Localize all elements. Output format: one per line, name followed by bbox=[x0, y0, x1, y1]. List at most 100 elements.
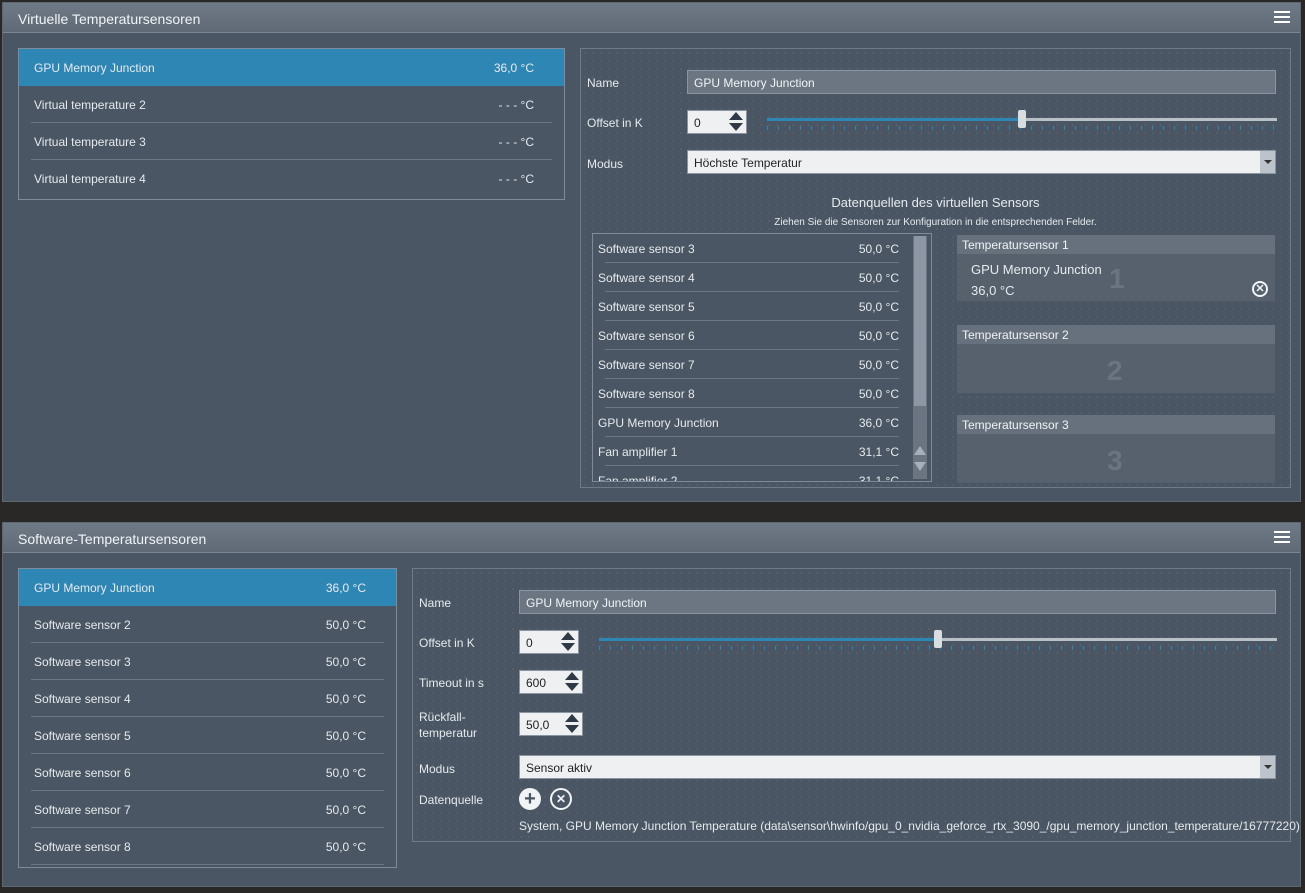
list-item-label: Virtual temperature 2 bbox=[34, 98, 146, 112]
software-sensors-panel: Software-Temperatursensoren GPU Memory J… bbox=[2, 522, 1301, 887]
virtual-sensor-list: GPU Memory Junction 36,0 °C Virtual temp… bbox=[18, 48, 565, 200]
list-item-label: Software sensor 6 bbox=[34, 766, 131, 780]
list-item[interactable]: GPU Memory Junction 36,0 °C bbox=[19, 49, 564, 86]
list-item-label: GPU Memory Junction bbox=[34, 581, 155, 595]
list-item-label: Software sensor 4 bbox=[34, 692, 131, 706]
list-item[interactable]: GPU Memory Junction 36,0 °C bbox=[19, 569, 396, 606]
list-item[interactable]: Software sensor 4 50,0 °C bbox=[593, 263, 911, 292]
list-item[interactable]: Software sensor 5 50,0 °C bbox=[593, 292, 911, 321]
fallback-value: 50,0 bbox=[526, 718, 550, 732]
list-item-value: 50,0 °C bbox=[858, 387, 899, 401]
list-item[interactable]: Virtual temperature 4 - - - °C bbox=[19, 160, 564, 197]
name-input[interactable]: GPU Memory Junction bbox=[519, 590, 1276, 614]
hamburger-menu-icon[interactable] bbox=[1274, 531, 1290, 545]
remove-source-icon[interactable]: ✕ bbox=[550, 788, 572, 810]
panel-title: Virtuelle Temperatursensoren bbox=[18, 11, 201, 27]
list-item-label: Software sensor 3 bbox=[598, 242, 695, 256]
fallback-temperature-stepper[interactable]: 50,0 bbox=[519, 712, 583, 736]
list-item-label: Software sensor 7 bbox=[34, 803, 131, 817]
list-item[interactable]: Software sensor 6 50,0 °C bbox=[19, 754, 396, 791]
list-item-value: 50,0 °C bbox=[858, 300, 899, 314]
list-item-value: 50,0 °C bbox=[858, 271, 899, 285]
timeout-stepper[interactable]: 600 bbox=[519, 670, 583, 694]
list-item-label: Software sensor 8 bbox=[34, 840, 131, 854]
slot-title: Temperatursensor 2 bbox=[962, 328, 1069, 342]
list-item-value: - - - °C bbox=[498, 135, 534, 149]
list-item-value: 50,0 °C bbox=[325, 618, 366, 632]
offset-value: 0 bbox=[694, 116, 701, 130]
list-item[interactable]: Software sensor 3 50,0 °C bbox=[593, 234, 911, 263]
sources-hint: Ziehen Sie die Sensoren zur Konfiguratio… bbox=[774, 217, 1097, 228]
fallback-label-line1: Rückfall- bbox=[419, 710, 466, 724]
list-item-value: 36,0 °C bbox=[858, 416, 899, 430]
temperature-slot-1[interactable]: Temperatursensor 1 1 GPU Memory Junction… bbox=[957, 235, 1275, 301]
list-item-value: 36,0 °C bbox=[325, 581, 366, 595]
offset-stepper[interactable]: 0 bbox=[519, 630, 579, 654]
list-item-label: Software sensor 3 bbox=[34, 655, 131, 669]
list-item[interactable]: Software sensor 8 50,0 °C bbox=[19, 828, 396, 865]
list-item-label: Software sensor 2 bbox=[34, 618, 131, 632]
panel-header: Software-Temperatursensoren bbox=[3, 523, 1300, 553]
list-item-label: Virtual temperature 3 bbox=[34, 135, 146, 149]
list-item-label: Fan amplifier 2 bbox=[598, 474, 678, 482]
list-item-value: - - - °C bbox=[498, 172, 534, 186]
chevron-down-icon[interactable] bbox=[1260, 756, 1275, 778]
mode-label: Modus bbox=[419, 762, 456, 776]
list-item-label: Software sensor 8 bbox=[598, 387, 695, 401]
list-item[interactable]: Software sensor 7 50,0 °C bbox=[19, 791, 396, 828]
slider-thumb[interactable] bbox=[934, 630, 942, 648]
list-item-value: 50,0 °C bbox=[325, 692, 366, 706]
offset-label: Offset in K bbox=[587, 116, 643, 130]
list-item-label: Fan amplifier 1 bbox=[598, 445, 678, 459]
name-label: Name bbox=[587, 76, 620, 90]
fallback-label-line2: temperatur bbox=[419, 726, 478, 740]
list-item[interactable]: Fan amplifier 2 31,1 °C bbox=[593, 466, 911, 482]
mode-label: Modus bbox=[587, 157, 624, 171]
hamburger-menu-icon[interactable] bbox=[1274, 11, 1290, 25]
stepper-arrows-icon[interactable] bbox=[728, 112, 744, 132]
list-item-label: Virtual temperature 4 bbox=[34, 172, 146, 186]
name-input[interactable]: GPU Memory Junction bbox=[687, 70, 1276, 94]
chevron-down-icon[interactable] bbox=[1260, 151, 1275, 173]
scroll-down-icon[interactable] bbox=[914, 462, 926, 471]
slot-sensor-name: GPU Memory Junction bbox=[971, 262, 1102, 277]
list-item-label: GPU Memory Junction bbox=[34, 61, 155, 75]
virtual-sensors-panel: Virtuelle Temperatursensoren GPU Memory … bbox=[2, 2, 1301, 502]
stepper-arrows-icon[interactable] bbox=[560, 632, 576, 652]
list-item[interactable]: Software sensor 2 50,0 °C bbox=[19, 606, 396, 643]
mode-select[interactable]: Sensor aktiv bbox=[519, 755, 1276, 779]
offset-stepper[interactable]: 0 bbox=[687, 110, 747, 134]
list-item[interactable]: Software sensor 7 50,0 °C bbox=[593, 350, 911, 379]
mode-value: Höchste Temperatur bbox=[694, 156, 802, 170]
panel-title: Software-Temperatursensoren bbox=[18, 531, 207, 547]
stepper-arrows-icon[interactable] bbox=[564, 714, 580, 734]
offset-slider[interactable] bbox=[599, 630, 1277, 650]
list-item[interactable]: Software sensor 6 50,0 °C bbox=[593, 321, 911, 350]
list-item[interactable]: Software sensor 4 50,0 °C bbox=[19, 680, 396, 717]
mode-select[interactable]: Höchste Temperatur bbox=[687, 150, 1276, 174]
temperature-slot-3[interactable]: Temperatursensor 3 3 bbox=[957, 415, 1275, 483]
list-item-value: 50,0 °C bbox=[325, 840, 366, 854]
offset-slider[interactable] bbox=[767, 110, 1277, 130]
list-item[interactable]: Virtual temperature 3 - - - °C bbox=[19, 123, 564, 160]
list-item[interactable]: Software sensor 8 50,0 °C bbox=[593, 379, 911, 408]
remove-sensor-icon[interactable]: ✕ bbox=[1252, 281, 1268, 297]
vertical-scrollbar[interactable] bbox=[913, 236, 927, 479]
list-item-value: - - - °C bbox=[498, 98, 534, 112]
list-item[interactable]: Software sensor 5 50,0 °C bbox=[19, 717, 396, 754]
slider-thumb[interactable] bbox=[1018, 110, 1026, 128]
scrollbar-thumb[interactable] bbox=[914, 236, 926, 406]
virtual-sensor-details: Name GPU Memory Junction Offset in K 0 M… bbox=[580, 48, 1291, 488]
add-source-icon[interactable]: + bbox=[519, 788, 541, 810]
list-item[interactable]: GPU Memory Junction 36,0 °C bbox=[593, 408, 911, 437]
slot-title: Temperatursensor 1 bbox=[962, 238, 1069, 252]
stepper-arrows-icon[interactable] bbox=[564, 672, 580, 692]
list-item[interactable]: Software sensor 3 50,0 °C bbox=[19, 643, 396, 680]
temperature-slot-2[interactable]: Temperatursensor 2 2 bbox=[957, 325, 1275, 393]
list-item[interactable]: Fan amplifier 1 31,1 °C bbox=[593, 437, 911, 466]
list-item-value: 50,0 °C bbox=[325, 655, 366, 669]
list-item-value: 50,0 °C bbox=[858, 242, 899, 256]
list-item[interactable]: Virtual temperature 2 - - - °C bbox=[19, 86, 564, 123]
scroll-up-icon[interactable] bbox=[914, 446, 926, 455]
list-item-value: 50,0 °C bbox=[325, 803, 366, 817]
